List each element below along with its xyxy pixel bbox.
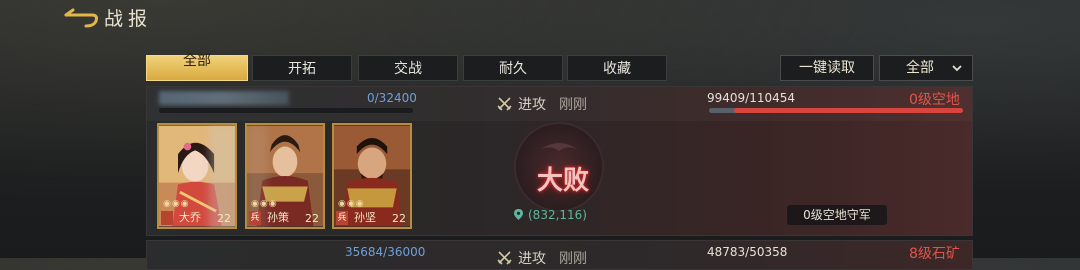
defender-troop-fill [734, 108, 963, 113]
report-time: 刚刚 [559, 97, 587, 113]
action-label: 进攻 [497, 94, 546, 114]
hero-name: 孙坚 [354, 211, 376, 224]
target-name: 0级空地 [909, 92, 960, 108]
chevron-down-icon [952, 65, 962, 72]
battle-result: 大败 [536, 166, 589, 196]
battle-report-card[interactable]: 0/32400 进攻 刚刚 99409/110454 0级空地 ◉◉◉ 大乔 2… [146, 86, 973, 236]
hero-name: 孙策 [267, 211, 289, 224]
attacker-name-blurred [159, 91, 289, 105]
attacker-troop-bar [159, 108, 413, 113]
page-title: 战报 [104, 8, 153, 30]
hero-level: 22 [305, 212, 319, 225]
defender-troop-count: 99409/110454 [707, 91, 796, 105]
hero-level: 22 [392, 212, 406, 225]
tab-durability[interactable]: 耐久 [463, 55, 563, 81]
hero-card-1[interactable]: ◉◉◉ 大乔 22 [157, 123, 237, 229]
hero-name: 大乔 [179, 211, 201, 224]
hero-stars: ◉◉◉ [251, 199, 278, 209]
read-all-button[interactable]: 一键读取 [780, 55, 874, 81]
report-time: 刚刚 [559, 251, 587, 267]
tab-favorites[interactable]: 收藏 [567, 55, 667, 81]
crossed-swords-icon [497, 97, 512, 111]
tab-battle[interactable]: 交战 [358, 55, 458, 81]
attacker-troop-count: 35684/36000 [345, 245, 426, 259]
title-bar: 战报 [0, 0, 1080, 36]
hero-badge-icon [161, 211, 173, 225]
coordinates-link[interactable]: (832,116) [514, 208, 587, 222]
filter-value: 全部 [906, 60, 934, 76]
hero-badge-icon: 兵 [336, 211, 348, 225]
defender-troop-count: 48783/50358 [707, 245, 788, 259]
defender-label: 0级空地守军 [787, 205, 887, 225]
hero-card-3[interactable]: ◉◉◉ 兵 孙坚 22 [332, 123, 412, 229]
report-header: 0/32400 进攻 刚刚 99409/110454 0级空地 [147, 87, 972, 121]
hero-stars: ◉◉◉ [163, 199, 190, 209]
tab-all[interactable]: 全部 [146, 53, 248, 81]
location-pin-icon [514, 209, 523, 220]
attacker-troop-count: 0/32400 [367, 91, 417, 105]
target-name: 8级石矿 [909, 246, 960, 262]
filter-dropdown[interactable]: 全部 [879, 55, 973, 81]
hero-level: 22 [217, 212, 231, 225]
action-label: 进攻 [497, 248, 546, 268]
back-arrow-icon[interactable] [62, 6, 100, 30]
tab-expand[interactable]: 开拓 [252, 55, 352, 81]
battle-report-card-next[interactable]: 35684/36000 进攻 刚刚 48783/50358 8级石矿 [146, 240, 973, 270]
hero-card-2[interactable]: ◉◉◉ 兵 孙策 22 [245, 123, 325, 229]
hero-badge-icon: 兵 [249, 211, 261, 225]
hero-stars: ◉◉◉ [338, 199, 365, 209]
defender-troop-bar [709, 108, 963, 113]
